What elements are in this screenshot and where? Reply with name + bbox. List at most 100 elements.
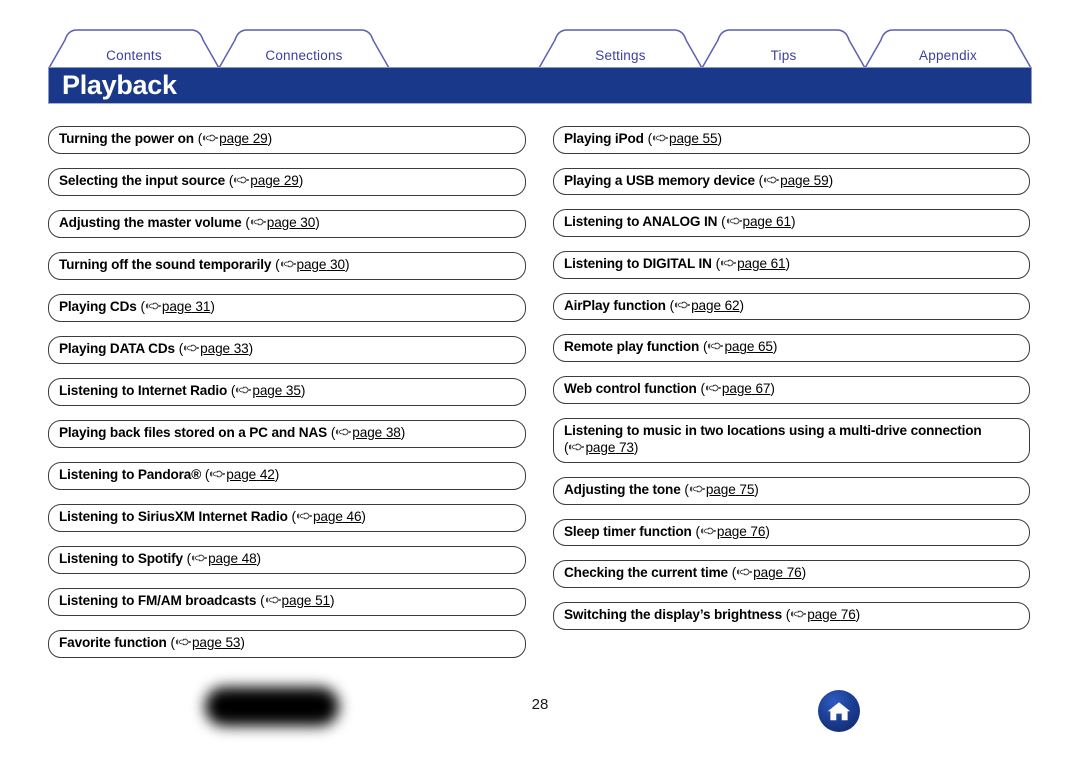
- page-reference[interactable]: (page 76): [732, 565, 806, 580]
- page-reference-link[interactable]: page 62: [691, 297, 740, 313]
- toc-link-title: Switching the display’s brightness: [564, 607, 782, 623]
- toc-link-box[interactable]: Listening to FM/AM broadcasts (page 51): [48, 588, 526, 616]
- toc-link-box[interactable]: Playing back files stored on a PC and NA…: [48, 420, 526, 448]
- toc-link-box[interactable]: Playing CDs (page 31): [48, 294, 526, 322]
- toc-link-box[interactable]: AirPlay function (page 62): [553, 292, 1030, 321]
- page-reference-link[interactable]: page 35: [252, 383, 301, 398]
- toc-link-box[interactable]: Sleep timer function (page 76): [553, 518, 1030, 547]
- page-reference[interactable]: (page 48): [187, 551, 261, 566]
- page-reference-link[interactable]: page 61: [743, 214, 792, 229]
- toc-link-box[interactable]: Listening to DIGITAL IN (page 61): [553, 251, 1030, 279]
- tab-bar: Contents Connections Settings Tips Appendix: [0, 0, 1080, 68]
- tab-connections[interactable]: Connections: [218, 29, 390, 68]
- page-reference[interactable]: (page 65): [703, 339, 777, 354]
- page-reference-link[interactable]: page 30: [297, 257, 346, 272]
- toc-link-box[interactable]: Listening to Internet Radio (page 35): [48, 378, 526, 406]
- page-reference-number: 59: [813, 172, 829, 188]
- page-reference[interactable]: (page 55): [648, 131, 722, 146]
- toc-link-box[interactable]: Listening to ANALOG IN (page 61): [553, 209, 1030, 237]
- pointing-hand-icon: [652, 131, 669, 149]
- paren-close: ): [785, 256, 791, 272]
- page-reference-link[interactable]: page 29: [250, 173, 299, 188]
- paren-close: ): [790, 214, 796, 230]
- page-word: page: [208, 551, 238, 566]
- toc-link-title: Adjusting the tone: [564, 482, 681, 497]
- page-reference-link[interactable]: page 76: [753, 565, 802, 580]
- toc-link-box[interactable]: Playing DATA CDs (page 33): [48, 336, 526, 364]
- page-reference[interactable]: (page 51): [260, 593, 334, 608]
- toc-link-title: Playing back files stored on a PC and NA…: [59, 425, 328, 440]
- page-reference-link[interactable]: page 33: [200, 341, 249, 356]
- toc-link-box[interactable]: Remote play function (page 65): [553, 334, 1030, 362]
- page-reference-link[interactable]: page 42: [226, 467, 275, 482]
- tab-settings[interactable]: Settings: [538, 29, 703, 68]
- page-reference-link[interactable]: page 55: [669, 131, 718, 146]
- toc-link-box[interactable]: Web control function (page 67): [553, 376, 1030, 404]
- page-reference-link[interactable]: page 65: [724, 339, 773, 354]
- toc-link-title: Checking the current time: [564, 565, 728, 581]
- toc-link-box[interactable]: Adjusting the tone (page 75): [553, 477, 1030, 505]
- toc-link-box[interactable]: Adjusting the master volume (page 30): [48, 210, 526, 238]
- page-reference-link[interactable]: page 51: [282, 593, 331, 608]
- toc-link-box[interactable]: Listening to Spotify (page 48): [48, 546, 526, 574]
- toc-link-box[interactable]: Favorite function (page 53): [48, 630, 526, 658]
- page-reference-number: 55: [702, 131, 718, 146]
- page-reference[interactable]: (page 29): [198, 131, 272, 146]
- page-reference-link[interactable]: page 76: [717, 523, 766, 539]
- page-reference-number: 76: [750, 523, 766, 539]
- page-reference-number: 61: [770, 256, 786, 272]
- toc-link-box[interactable]: Turning the power on (page 29): [48, 126, 526, 154]
- home-button[interactable]: [818, 690, 860, 732]
- page-reference[interactable]: (page 38): [331, 425, 405, 440]
- page-reference-link[interactable]: page 73: [585, 440, 634, 455]
- page-reference-link[interactable]: page 76: [807, 607, 856, 622]
- page-reference-number: 53: [225, 635, 241, 650]
- page-reference-link[interactable]: page 53: [192, 635, 241, 650]
- page-reference-link[interactable]: page 67: [721, 381, 771, 397]
- page-reference-link[interactable]: page 46: [313, 509, 362, 524]
- page-reference[interactable]: (page 73): [564, 440, 638, 455]
- page-reference-link[interactable]: page 30: [267, 215, 316, 230]
- toc-link-box[interactable]: Listening to SiriusXM Internet Radio (pa…: [48, 504, 526, 532]
- page-reference-link[interactable]: page 29: [219, 131, 268, 146]
- page-reference[interactable]: (page 53): [171, 635, 245, 650]
- page-reference[interactable]: (page 75): [684, 482, 758, 497]
- tab-appendix[interactable]: Appendix: [864, 29, 1032, 68]
- page-reference-number: 62: [724, 297, 740, 313]
- page-reference-link[interactable]: page 61: [737, 256, 786, 272]
- page-reference[interactable]: (page 31): [140, 299, 214, 314]
- page-reference[interactable]: (page 42): [205, 467, 279, 482]
- page-reference-link[interactable]: page 75: [706, 482, 755, 497]
- page-reference[interactable]: (page 35): [231, 383, 305, 398]
- page-reference-number: 33: [233, 341, 249, 356]
- page-reference[interactable]: (page 76): [786, 607, 860, 622]
- tab-contents[interactable]: Contents: [48, 29, 220, 68]
- page-reference-link[interactable]: page 38: [352, 425, 401, 440]
- page-reference-link[interactable]: page 31: [162, 299, 211, 314]
- page-reference-link[interactable]: page 48: [208, 551, 257, 566]
- page-reference[interactable]: (page 62): [670, 298, 744, 313]
- toc-link-box[interactable]: Checking the current time (page 76): [553, 560, 1030, 588]
- page-reference-number: 35: [285, 383, 301, 398]
- page-reference[interactable]: (page 61): [721, 214, 795, 229]
- toc-link-box[interactable]: Listening to music in two locations usin…: [553, 417, 1030, 463]
- page-reference[interactable]: (page 76): [695, 524, 769, 539]
- toc-link-box[interactable]: Turning off the sound temporarily (page …: [48, 252, 526, 280]
- page-word: page: [721, 381, 752, 397]
- page-reference[interactable]: (page 30): [245, 215, 319, 230]
- page-reference[interactable]: (page 30): [275, 257, 349, 272]
- page-reference[interactable]: (page 46): [292, 509, 366, 524]
- toc-link-box[interactable]: Selecting the input source (page 29): [48, 168, 526, 196]
- page-reference[interactable]: (page 61): [716, 256, 790, 271]
- page-reference[interactable]: (page 67): [700, 381, 774, 396]
- page-word: page: [691, 297, 721, 313]
- page-reference-link[interactable]: page 59: [780, 172, 829, 188]
- toc-link-box[interactable]: Switching the display’s brightness (page…: [553, 602, 1030, 630]
- page-reference[interactable]: (page 33): [179, 341, 253, 356]
- page-reference[interactable]: (page 29): [229, 173, 303, 188]
- page-reference[interactable]: (page 59): [759, 173, 833, 188]
- toc-link-box[interactable]: Playing iPod (page 55): [553, 126, 1030, 154]
- toc-link-box[interactable]: Listening to Pandora® (page 42): [48, 462, 526, 490]
- tab-tips[interactable]: Tips: [701, 29, 866, 68]
- toc-link-box[interactable]: Playing a USB memory device (page 59): [553, 167, 1030, 196]
